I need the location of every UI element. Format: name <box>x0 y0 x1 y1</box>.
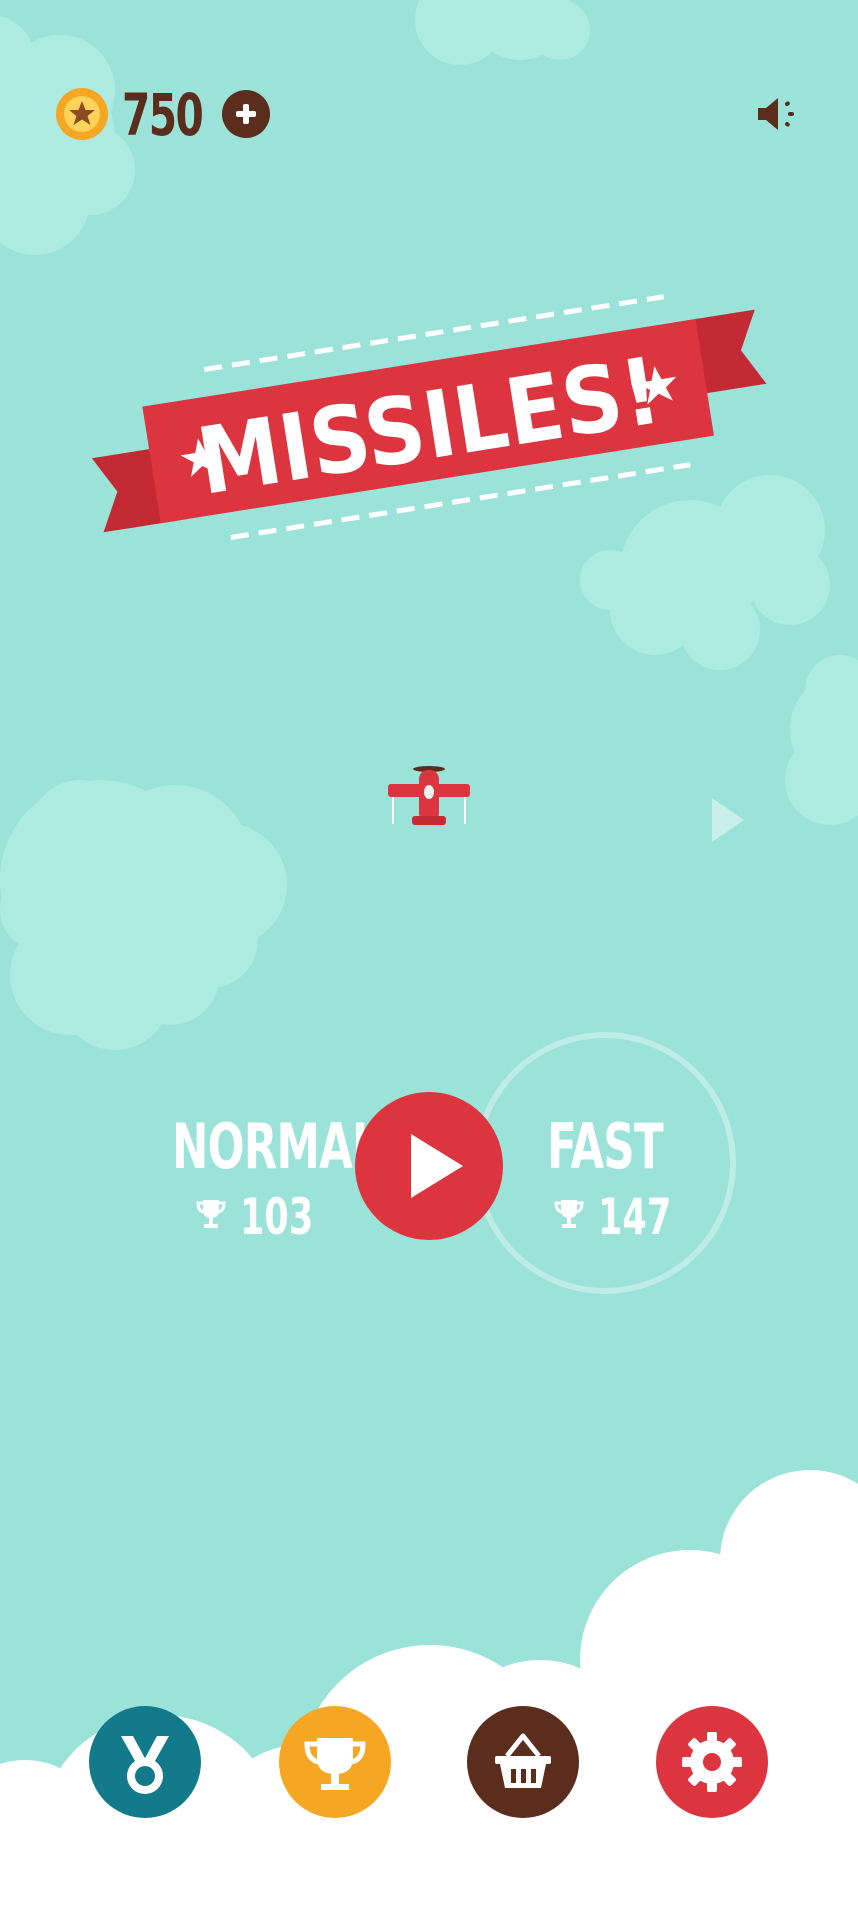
plane-sprite <box>388 766 470 825</box>
ground-clouds <box>0 1470 858 1908</box>
basket-icon <box>495 1733 551 1788</box>
best-score-row: 147 <box>520 1190 690 1246</box>
play-icon <box>411 1134 463 1198</box>
best-score: 103 <box>240 1188 314 1246</box>
best-score: 147 <box>598 1188 672 1246</box>
trophy-icon <box>304 1738 366 1790</box>
mode-name: FAST <box>547 1110 664 1183</box>
leaderboard-button[interactable] <box>279 1706 391 1818</box>
settings-button[interactable] <box>656 1706 768 1818</box>
mode-name: NORMAL <box>172 1110 380 1183</box>
trophy-icon <box>554 1200 584 1228</box>
arrow-marker <box>712 798 744 842</box>
sky-cloud <box>0 780 287 1050</box>
gear-icon <box>682 1732 742 1792</box>
achievements-button[interactable] <box>89 1706 201 1818</box>
shop-button[interactable] <box>467 1706 579 1818</box>
best-score-row: 103 <box>150 1190 350 1246</box>
title-banner: MISSILES! <box>91 294 767 540</box>
play-button[interactable] <box>355 1092 503 1240</box>
mode-normal[interactable]: NORMAL 103 <box>150 1110 380 1246</box>
mode-fast[interactable]: FAST 147 <box>520 1116 690 1246</box>
trophy-icon <box>196 1200 226 1228</box>
sky-cloud <box>785 655 858 825</box>
medal-icon <box>121 1736 169 1794</box>
